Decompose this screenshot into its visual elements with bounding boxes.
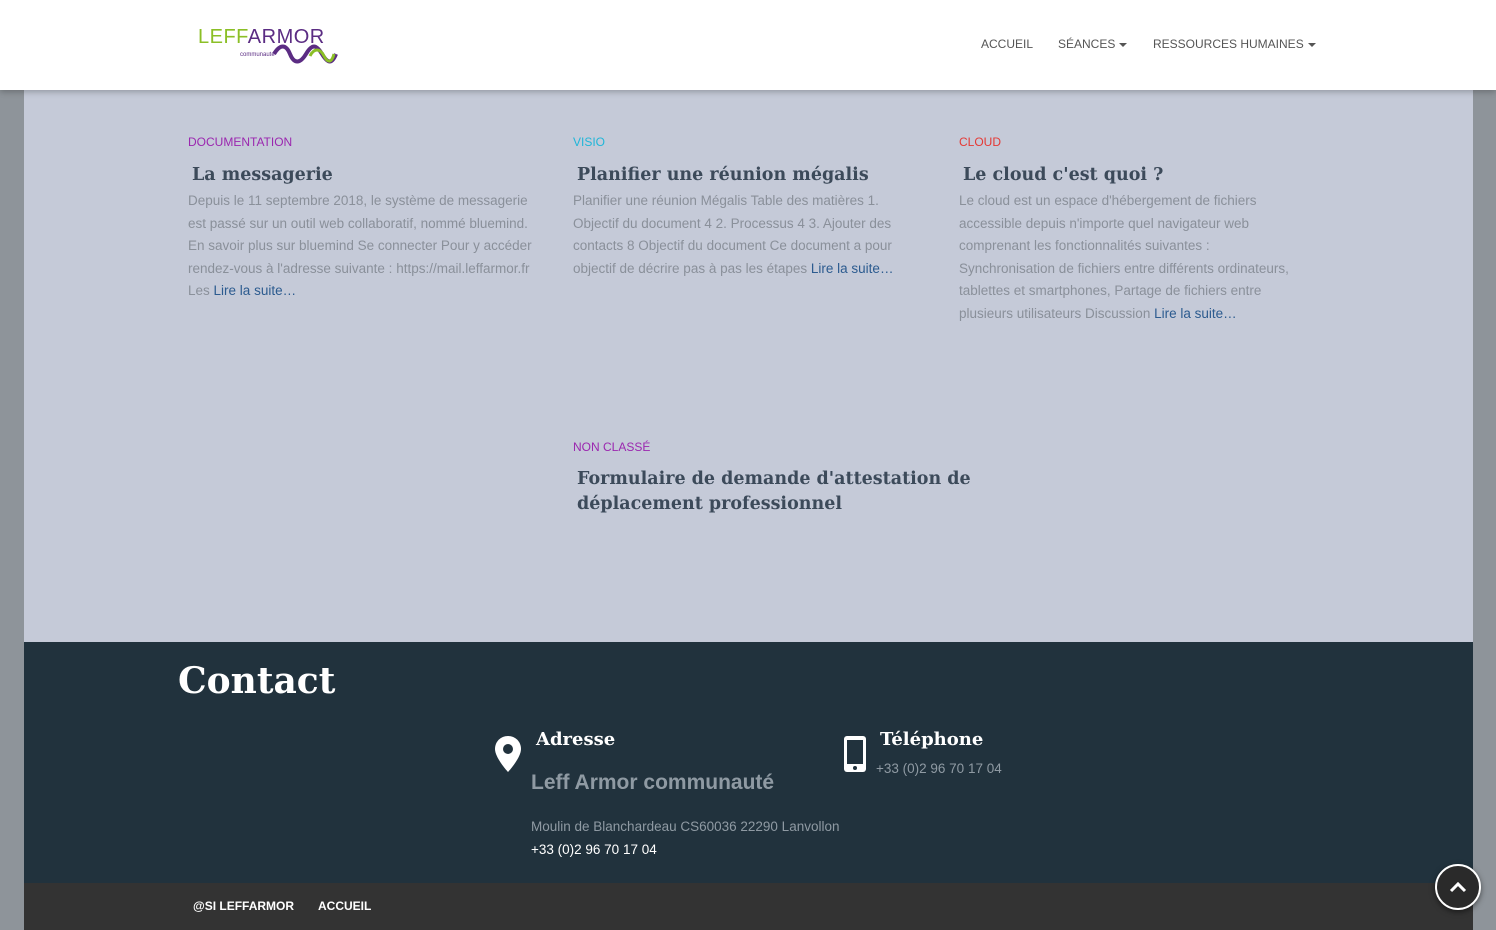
nav-rh-label: RESSOURCES HUMAINES: [1153, 37, 1304, 51]
post-title-line: déplacement professionnel: [577, 494, 842, 514]
footer-accueil-link[interactable]: ACCUEIL: [318, 899, 371, 913]
post-title[interactable]: Planifier une réunion mégalis: [577, 163, 869, 188]
post-title-line: Formulaire de demande d'attestation de: [577, 469, 971, 489]
caret-down-icon: [1307, 42, 1316, 47]
nav-seances[interactable]: SÉANCES: [1058, 37, 1128, 51]
post-category[interactable]: NON CLASSÉ: [573, 440, 650, 454]
excerpt-line: accessible depuis n'importe quel navigat…: [959, 215, 1249, 231]
footer-credit-link[interactable]: @SI LEFFARMOR: [193, 899, 294, 913]
logo-waves-icon: [272, 44, 338, 64]
post-excerpt: Planifier une réunion Mégalis Table des …: [573, 190, 893, 280]
excerpt-line: Le cloud est un espace d'hébergement de …: [959, 193, 1257, 208]
excerpt-line: Synchronisation de fichiers entre différ…: [959, 260, 1289, 276]
post-title[interactable]: Formulaire de demande d'attestation de d…: [577, 467, 971, 517]
excerpt-text: plusieurs utilisateurs Discussion: [959, 305, 1151, 321]
excerpt-line: rendez-vous à l'adresse suivante : https…: [188, 260, 530, 276]
address-phone[interactable]: +33 (0)2 96 70 17 04: [531, 842, 657, 857]
excerpt-line: plusieurs utilisateurs Discussion Lire l…: [959, 303, 1289, 326]
nav-seances-label: SÉANCES: [1058, 37, 1116, 51]
map-marker-icon: [495, 736, 521, 772]
excerpt-line: objectif de décrire pas à pas les étapes…: [573, 258, 893, 281]
excerpt-text: objectif de décrire pas à pas les étapes: [573, 260, 808, 276]
excerpt-line: comprenant les fonctionnalités suivantes…: [959, 238, 1210, 254]
postal-address: Moulin de Blanchardeau CS60036 22290 Lan…: [531, 819, 840, 834]
caret-down-icon: [1119, 42, 1128, 47]
nav-accueil[interactable]: ACCUEIL: [981, 37, 1033, 51]
post-category[interactable]: CLOUD: [959, 135, 1001, 149]
scroll-to-top-button[interactable]: [1435, 864, 1481, 910]
post-title[interactable]: La messagerie: [192, 163, 333, 188]
excerpt-line: Objectif du document 4 2. Processus 4 3.…: [573, 215, 892, 231]
excerpt-text: Les: [188, 283, 210, 299]
organization-name: Leff Armor communauté: [531, 771, 775, 794]
excerpt-line: Les Lire la suite…: [188, 280, 532, 303]
mobile-phone-icon: [844, 736, 866, 772]
read-more-link[interactable]: Lire la suite…: [214, 283, 297, 298]
post-title[interactable]: Le cloud c'est quoi ?: [963, 163, 1163, 188]
excerpt-line: En savoir plus sur bluemind Se connecter…: [188, 238, 532, 254]
post-excerpt: Le cloud est un espace d'hébergement de …: [959, 190, 1289, 326]
logo-subtitle: communauté: [240, 52, 275, 58]
post-excerpt: Depuis le 11 septembre 2018, le système …: [188, 190, 532, 303]
address-title: Adresse: [536, 729, 616, 750]
phone-title: Téléphone: [880, 729, 984, 750]
post-category[interactable]: VISIO: [573, 135, 605, 149]
phone-number[interactable]: +33 (0)2 96 70 17 04: [876, 761, 1002, 776]
contact-title: Contact: [178, 660, 336, 702]
excerpt-line: est passé sur un outil web collaboratif,…: [188, 215, 528, 231]
site-logo[interactable]: LEFFARMOR communauté: [198, 22, 343, 68]
excerpt-line: Depuis le 11 septembre 2018, le système …: [188, 193, 528, 208]
read-more-link[interactable]: Lire la suite…: [811, 261, 894, 276]
read-more-link[interactable]: Lire la suite…: [1154, 306, 1237, 321]
excerpt-line: Planifier une réunion Mégalis Table des …: [573, 193, 879, 208]
post-category[interactable]: DOCUMENTATION: [188, 135, 292, 149]
chevron-up-icon: [1449, 881, 1467, 893]
top-navbar: LEFFARMOR communauté ACCUEIL SÉANCES RES…: [0, 0, 1496, 90]
excerpt-line: contacts 8 Objectif du document Ce docum…: [573, 238, 892, 254]
excerpt-line: tablettes et smartphones, Partage de fic…: [959, 283, 1262, 299]
nav-ressources-humaines[interactable]: RESSOURCES HUMAINES: [1153, 37, 1316, 51]
